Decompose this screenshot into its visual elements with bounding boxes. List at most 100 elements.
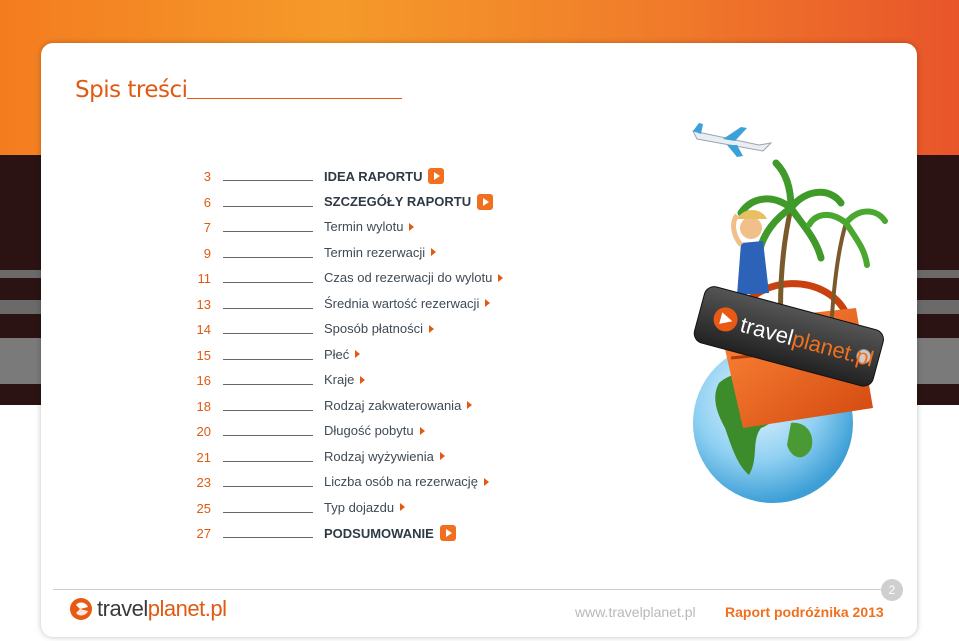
toc-entry-label: Czas od rezerwacji do wylotu <box>324 270 493 285</box>
toc-page-number: 20 <box>196 424 211 439</box>
play-arrow-icon <box>409 222 415 231</box>
toc-page-number: 3 <box>203 169 211 184</box>
page-number-badge: 2 <box>881 579 903 601</box>
travelplanet-logo-icon <box>70 598 92 620</box>
toc-entry-link[interactable]: Długość pobytu <box>324 423 425 438</box>
toc-leader-line <box>223 486 313 487</box>
toc-entry-label: Długość pobytu <box>324 423 414 438</box>
airplane-icon <box>692 123 773 157</box>
footer-logo-text: travelplanet.pl <box>97 596 227 621</box>
toc-entry-label: Termin wylotu <box>324 219 404 234</box>
toc-leader-line <box>223 435 313 436</box>
toc-row[interactable]: 14 Sposób płatności <box>191 317 511 343</box>
play-arrow-icon <box>428 168 445 184</box>
toc-entry-link[interactable]: Średnia wartość rezerwacji <box>324 295 491 311</box>
toc-leader-line <box>223 307 313 309</box>
toc-entry-link[interactable]: SZCZEGÓŁY RAPORTU <box>324 193 494 210</box>
toc-leader-line <box>223 384 313 385</box>
title-underline <box>187 98 402 99</box>
toc-entry-label: Liczba osób na rezerwację <box>324 474 478 489</box>
play-arrow-icon <box>360 375 366 384</box>
toc-entry-link[interactable]: Liczba osób na rezerwację <box>324 474 489 489</box>
toc-row[interactable]: 21 Rodzaj wyżywienia <box>191 445 511 471</box>
play-arrow-icon <box>355 350 361 358</box>
toc-entry-label: Płeć <box>324 346 350 362</box>
footer-website-link[interactable]: www.travelplanet.pl <box>575 604 696 620</box>
toc-page-number: 9 <box>203 245 211 261</box>
toc-entry-link[interactable]: PODSUMOWANIE <box>324 525 456 541</box>
toc-leader-line <box>223 180 313 181</box>
toc-page-number: 14 <box>196 322 211 337</box>
toc-row[interactable]: 16 Kraje <box>191 368 511 394</box>
toc-entry-label: Termin rezerwacji <box>324 244 426 260</box>
toc-row[interactable]: 15 Płeć <box>191 343 511 369</box>
toc-page-number: 16 <box>196 373 211 388</box>
toc-leader-line <box>223 333 313 334</box>
toc-page-number: 18 <box>196 398 211 414</box>
toc-row[interactable]: 27 PODSUMOWANIE <box>191 521 511 547</box>
toc-row[interactable]: 13 Średnia wartość rezerwacji <box>191 292 511 318</box>
toc-entry-label: Sposób płatności <box>324 321 424 336</box>
toc-page-number: 6 <box>203 194 211 210</box>
toc-row[interactable]: 9 Termin rezerwacji <box>191 241 511 267</box>
toc-entry-link[interactable]: Rodzaj wyżywienia <box>324 449 445 464</box>
toc-leader-line <box>223 256 313 258</box>
toc-entry-link[interactable]: Czas od rezerwacji do wylotu <box>324 270 504 285</box>
toc-row[interactable]: 20 Długość pobytu <box>191 419 511 445</box>
toc-leader-line <box>223 205 313 207</box>
toc-row[interactable]: 7 Termin wylotu <box>191 215 511 241</box>
person-icon <box>731 209 769 295</box>
toc-entry-label: PODSUMOWANIE <box>324 525 434 541</box>
page-title: Spis treści <box>75 77 188 103</box>
play-arrow-icon <box>439 525 456 541</box>
play-arrow-icon <box>400 503 406 511</box>
toc-leader-line <box>223 409 313 411</box>
toc-page-number: 23 <box>196 475 211 490</box>
toc-entry-link[interactable]: Płeć <box>324 346 361 362</box>
toc-page-number: 15 <box>196 347 211 363</box>
toc-entry-link[interactable]: Termin rezerwacji <box>324 244 437 260</box>
toc-entry-label: Typ dojazdu <box>324 499 395 515</box>
toc-entry-link[interactable]: Rodzaj zakwaterowania <box>324 397 473 413</box>
toc-entry-label: Kraje <box>324 372 355 387</box>
document-page: Spis treści 3 IDEA RAPORTU 6 SZCZEGÓŁY RAPO… <box>41 43 917 637</box>
toc-entry-link[interactable]: Sposób płatności <box>324 321 435 336</box>
toc-row[interactable]: 25 Typ dojazdu <box>191 496 511 522</box>
toc-entry-link[interactable]: Typ dojazdu <box>324 499 406 515</box>
toc-row[interactable]: 3 IDEA RAPORTU <box>191 164 511 190</box>
toc-entry-label: Rodzaj zakwaterowania <box>324 397 462 413</box>
toc-page-number: 27 <box>196 526 211 541</box>
toc-row[interactable]: 18 Rodzaj zakwaterowania <box>191 394 511 420</box>
toc-entry-link[interactable]: IDEA RAPORTU <box>324 168 445 184</box>
play-arrow-icon <box>429 324 435 333</box>
play-arrow-icon <box>419 426 425 435</box>
toc-entry-link[interactable]: Kraje <box>324 372 366 387</box>
play-arrow-icon <box>439 452 445 460</box>
toc-row[interactable]: 11 Czas od rezerwacji do wylotu <box>191 266 511 292</box>
play-arrow-icon <box>483 477 489 486</box>
toc-page-number: 11 <box>197 271 212 286</box>
toc-leader-line <box>223 537 313 538</box>
toc-entry-label: Rodzaj wyżywienia <box>324 448 434 464</box>
toc-leader-line <box>223 358 313 360</box>
toc-row[interactable]: 23 Liczba osób na rezerwację <box>191 470 511 496</box>
play-arrow-icon <box>485 299 491 307</box>
toc-entry-label: IDEA RAPORTU <box>324 168 423 184</box>
toc-row[interactable]: 6 SZCZEGÓŁY RAPORTU <box>191 190 511 216</box>
toc-page-number: 13 <box>196 296 211 312</box>
toc-entry-link[interactable]: Termin wylotu <box>324 219 415 234</box>
play-arrow-icon <box>498 273 504 282</box>
travel-illustration: travelplanet.pl <box>692 123 888 503</box>
play-arrow-icon <box>477 193 494 210</box>
footer-divider <box>53 589 883 590</box>
toc-page-number: 25 <box>196 500 211 516</box>
toc-leader-line <box>223 231 313 232</box>
toc-leader-line <box>223 511 313 513</box>
footer-report-title: Raport podróżnika 2013 <box>725 604 884 620</box>
toc-entry-label: Średnia wartość rezerwacji <box>324 295 480 311</box>
toc-leader-line <box>223 460 313 462</box>
toc-entry-label: SZCZEGÓŁY RAPORTU <box>324 194 472 209</box>
footer-logo[interactable]: travelplanet.pl <box>69 596 227 622</box>
play-arrow-icon <box>467 401 473 409</box>
toc-page-number: 21 <box>196 449 211 465</box>
